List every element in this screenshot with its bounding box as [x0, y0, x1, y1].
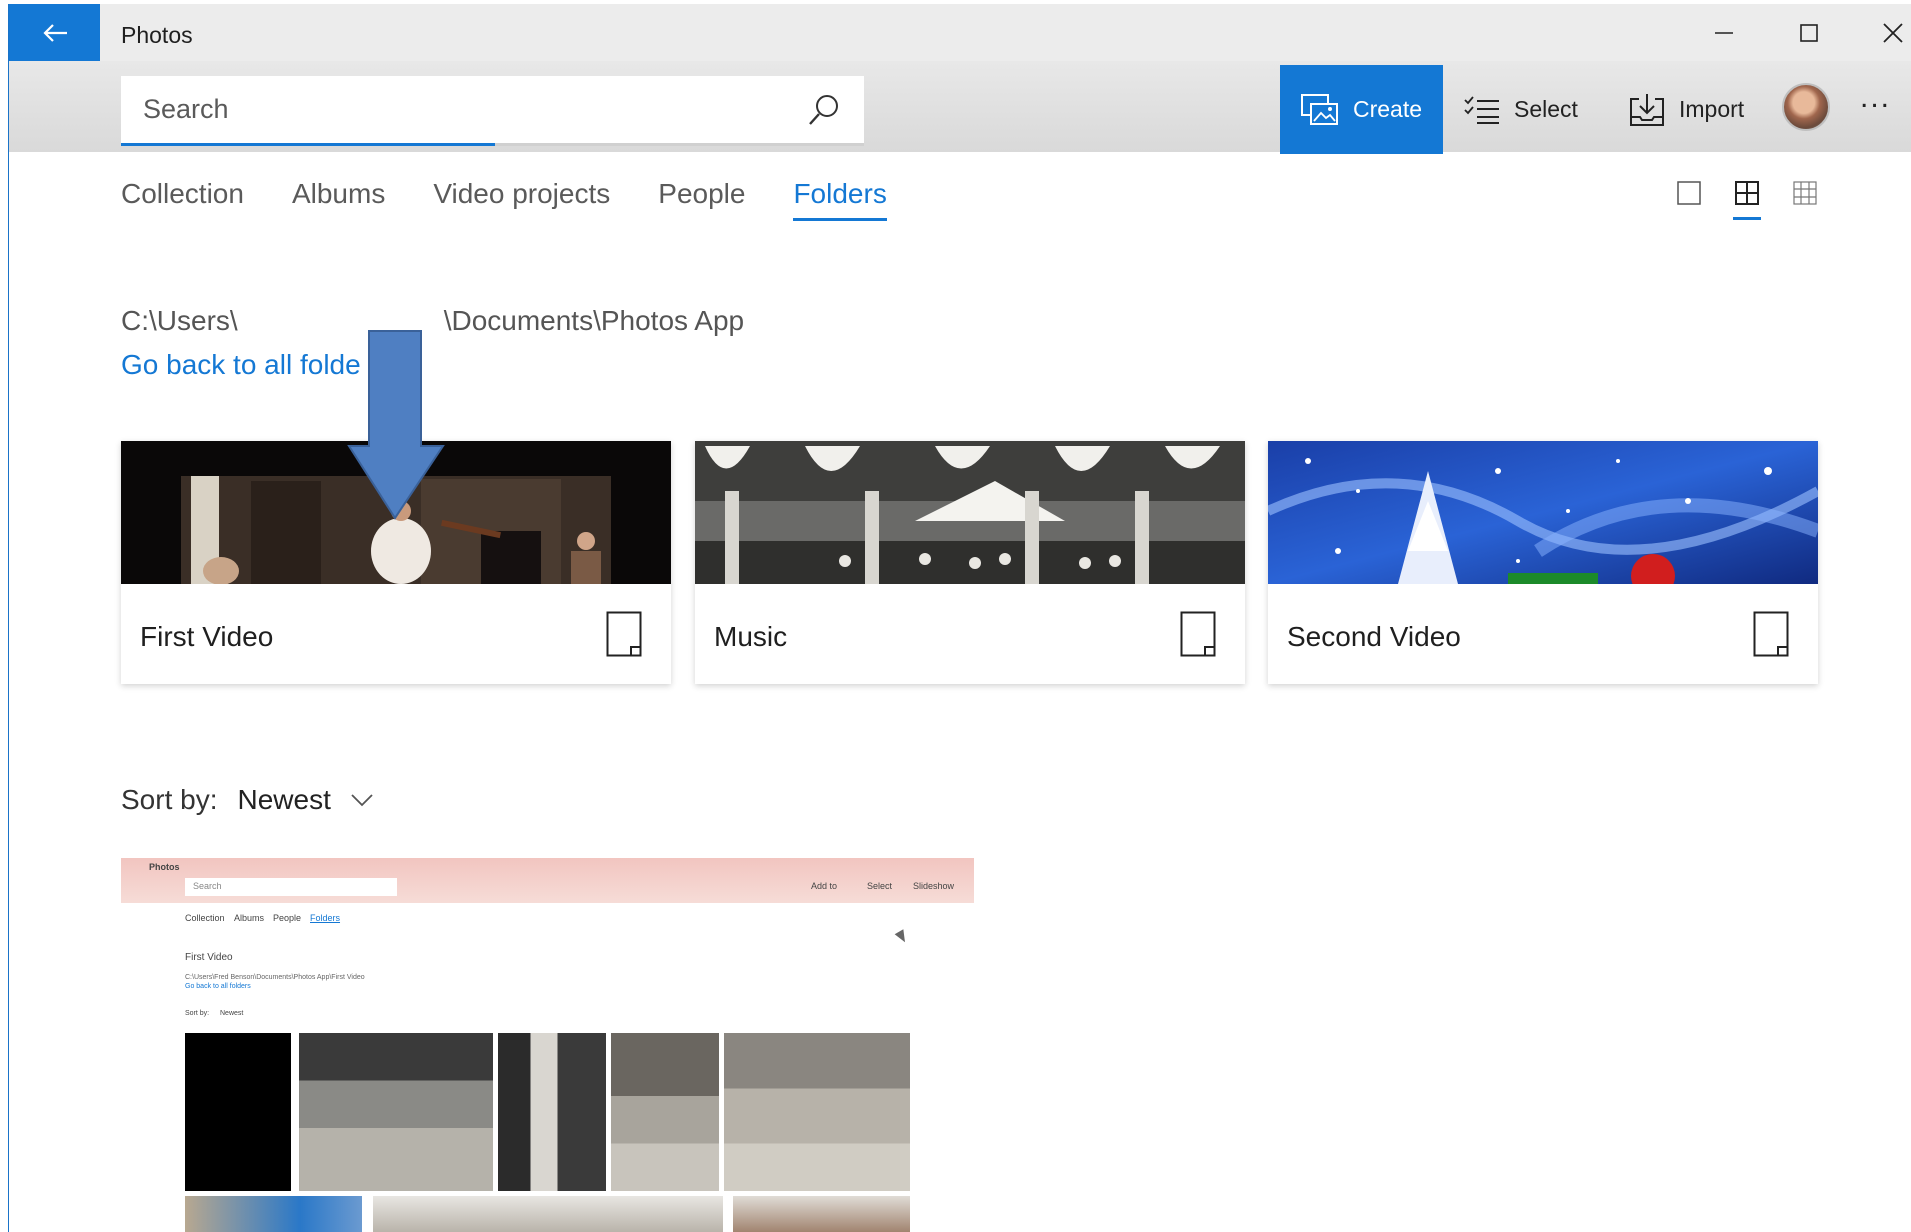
tab-collection[interactable]: Collection — [121, 178, 244, 221]
thumb-toolbar-add: Add to — [811, 881, 838, 891]
thumb-search-placeholder: Search — [193, 881, 222, 891]
sort-value: Newest — [237, 784, 331, 815]
tab-albums[interactable]: Albums — [292, 178, 385, 221]
search-input[interactable] — [121, 76, 781, 142]
sort-label: Sort by: — [121, 784, 218, 815]
folder-card-music[interactable]: Music — [695, 441, 1245, 684]
thumb-tab-folders: Folders — [310, 913, 341, 923]
thumb-photo-basilica — [373, 1196, 723, 1232]
import-button[interactable]: Import — [1629, 65, 1744, 154]
small-grid-icon — [1793, 181, 1817, 205]
thumb-photo-square — [724, 1033, 910, 1191]
path-suffix: \Documents\Photos App — [443, 305, 745, 336]
create-button[interactable]: Create — [1280, 65, 1443, 154]
thumb-sort-value: Newest — [220, 1010, 244, 1017]
folder-badge-icon — [606, 611, 642, 657]
view-large-button[interactable] — [1675, 180, 1703, 220]
thumb-path: C:\Users\Fred Benson\Documents\Photos Ap… — [185, 974, 365, 981]
annotation-down-arrow — [347, 330, 445, 520]
thumb-photo-black — [185, 1033, 291, 1191]
thumb-photo-crowd — [185, 1196, 362, 1232]
folder-card-second-video[interactable]: Second Video — [1268, 441, 1818, 684]
thumb-back-link: Go back to all folders — [185, 983, 251, 990]
video-thumbnail-item[interactable]: Photos Search Add to Select Slideshow Co… — [121, 858, 974, 1232]
tab-folders[interactable]: Folders — [793, 178, 887, 221]
title-bar: Photos — [9, 4, 1911, 61]
folder-name: First Video — [140, 621, 274, 652]
maximize-button[interactable] — [1780, 4, 1838, 61]
large-tile-icon — [1677, 181, 1701, 205]
view-size-toggle — [1675, 180, 1819, 220]
thumb-toolbar-slideshow: Slideshow — [913, 881, 955, 891]
sort-control: Sort by: Newest — [121, 784, 373, 816]
folder-thumbnail — [695, 441, 1245, 584]
close-button[interactable] — [1864, 4, 1911, 61]
select-label: Select — [1514, 96, 1578, 122]
maximize-icon — [1800, 23, 1818, 42]
folder-badge-icon — [1180, 611, 1216, 657]
photos-app-window: Photos Create — [8, 4, 1911, 1232]
create-icon — [1300, 93, 1338, 125]
thumb-tab-collection: Collection — [185, 913, 225, 923]
app-title: Photos — [121, 22, 193, 48]
folder-name: Music — [714, 621, 788, 652]
folder-thumbnail — [1268, 441, 1818, 584]
view-medium-button[interactable] — [1733, 180, 1761, 220]
chevron-down-icon — [351, 794, 373, 807]
path-prefix: C:\Users\ — [121, 305, 238, 336]
close-icon — [1883, 22, 1903, 43]
search-icon[interactable] — [806, 92, 842, 128]
back-arrow-icon — [42, 23, 67, 42]
thumb-cursor-icon — [894, 929, 910, 945]
tab-video-projects[interactable]: Video projects — [433, 178, 610, 221]
thumb-sort-label: Sort by: — [185, 1010, 210, 1017]
select-list-icon — [1464, 95, 1499, 124]
folder-name: Second Video — [1287, 621, 1461, 652]
thumb-tab-albums: Albums — [234, 913, 265, 923]
select-button[interactable]: Select — [1464, 65, 1578, 154]
import-label: Import — [1679, 96, 1745, 122]
thumb-tab-people: People — [273, 913, 302, 923]
thumb-photo-rooftops — [733, 1196, 910, 1232]
thumb-folder-title: First Video — [185, 952, 233, 963]
create-label: Create — [1352, 96, 1423, 122]
nav-tabs: Collection Albums Video projects People … — [121, 178, 935, 221]
command-bar: Create Select Import ... — [9, 61, 1911, 154]
minimize-icon — [1715, 31, 1733, 34]
view-small-button[interactable] — [1791, 180, 1819, 220]
thumb-app-title: Photos — [149, 862, 180, 872]
sort-dropdown[interactable]: Newest — [237, 784, 373, 816]
folder-badge-icon — [1753, 611, 1789, 657]
tab-people[interactable]: People — [658, 178, 745, 221]
more-options-button[interactable]: ... — [1860, 83, 1904, 121]
back-to-folders-link[interactable]: Go back to all folde — [121, 349, 361, 381]
search-focus-underline — [121, 143, 495, 146]
thumb-toolbar-select: Select — [867, 881, 893, 891]
thumb-photo-cafe — [299, 1033, 493, 1191]
user-avatar[interactable] — [1782, 83, 1830, 131]
search-box — [121, 76, 864, 146]
thumb-photo-bride — [611, 1033, 719, 1191]
minimize-button[interactable] — [1695, 4, 1753, 61]
medium-grid-icon — [1735, 181, 1759, 205]
import-icon — [1630, 93, 1664, 126]
thumb-photo-singer — [498, 1033, 606, 1191]
back-button[interactable] — [9, 4, 100, 61]
